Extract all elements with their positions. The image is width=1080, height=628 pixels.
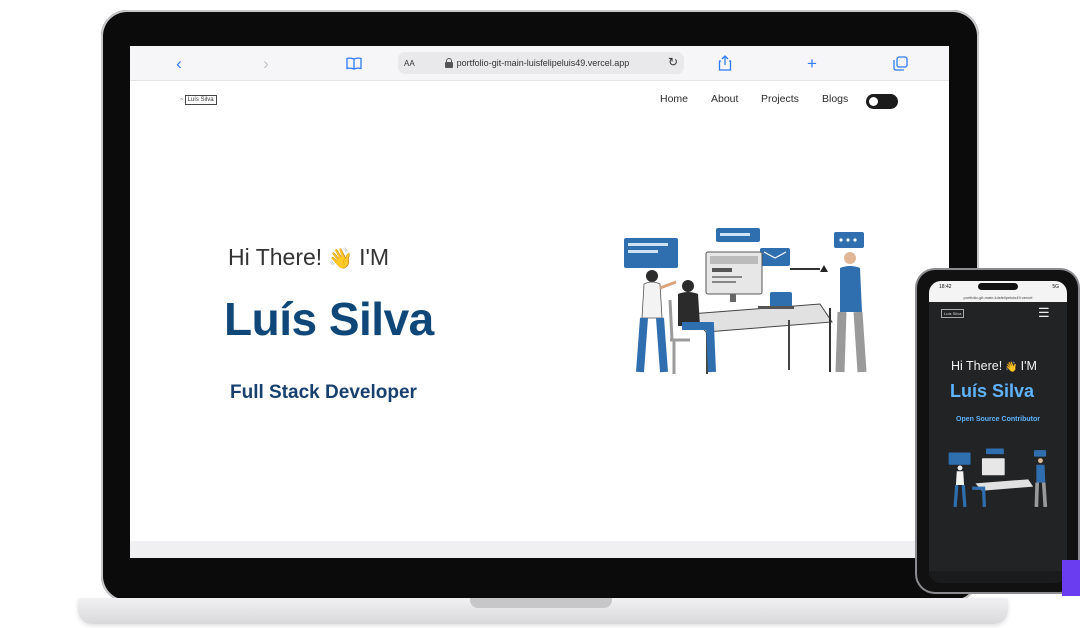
phone-greeting-hi: Hi There! <box>951 359 1003 373</box>
phone-url-bar[interactable]: portfolio-git-main-luisfelipeluis49.verc… <box>929 293 1067 302</box>
purple-accent-block <box>1062 560 1080 596</box>
forward-icon[interactable]: › <box>255 52 277 74</box>
new-tab-icon[interactable]: + <box>801 52 823 74</box>
text-size-icon[interactable]: AA <box>404 59 415 68</box>
hero-name: Luís Silva <box>224 293 434 345</box>
waving-hand-icon: 👋 <box>328 248 354 270</box>
nav-blogs[interactable]: Blogs <box>822 93 848 105</box>
theme-toggle[interactable] <box>866 94 898 109</box>
logo-prefix: ~ <box>180 97 184 103</box>
phone-greeting: Hi There! 👋 I'M <box>951 359 1037 373</box>
nav-projects[interactable]: Projects <box>761 93 799 105</box>
phone-footer-strip <box>929 571 1067 583</box>
share-icon[interactable] <box>714 52 736 74</box>
laptop-screen: ‹ › AA portfolio-git-main-luisfelipeluis… <box>130 46 949 558</box>
address-bar[interactable]: AA portfolio-git-main-luisfelipeluis49.v… <box>398 52 684 74</box>
greeting-hi: Hi There! <box>228 244 323 270</box>
reload-icon[interactable]: ↻ <box>668 55 678 69</box>
developers-illustration <box>624 228 867 374</box>
hero-role: Full Stack Developer <box>230 382 417 403</box>
phone-status-bar: 18:42 5G <box>929 281 1067 293</box>
phone-signal: 5G <box>1052 284 1059 290</box>
waving-hand-icon: 👋 <box>1005 362 1018 373</box>
phone-screen: 18:42 5G portfolio-git-main-luisfelipelu… <box>929 281 1067 583</box>
phone-developers-illustration <box>948 448 1048 508</box>
greeting: Hi There! 👋 I'M <box>228 244 389 271</box>
laptop-hinge-notch <box>470 598 612 608</box>
phone-time: 18:42 <box>939 284 952 290</box>
phone-greeting-im: I'M <box>1020 359 1037 373</box>
greeting-im: I'M <box>359 244 390 270</box>
back-icon[interactable]: ‹ <box>168 52 190 74</box>
dynamic-island <box>978 283 1018 290</box>
bookmarks-icon[interactable] <box>343 52 365 74</box>
site-logo[interactable]: ~ Luís Silva <box>180 95 217 105</box>
lock-icon <box>444 58 453 68</box>
logo-text: Luís Silva <box>184 95 217 105</box>
phone-hero-role: Open Source Contributor <box>956 416 1040 423</box>
url-text: portfolio-git-main-luisfelipeluis49.verc… <box>456 58 630 68</box>
nav-home[interactable]: Home <box>660 93 688 105</box>
tabs-overview-icon[interactable] <box>889 52 911 74</box>
toggle-knob <box>869 97 878 106</box>
phone-site-logo[interactable]: Luís Silva <box>941 309 965 318</box>
nav-about[interactable]: About <box>711 93 738 105</box>
hamburger-menu-icon[interactable]: ☰ <box>1038 306 1050 319</box>
browser-toolbar: ‹ › AA portfolio-git-main-luisfelipeluis… <box>130 46 949 81</box>
page-footer-strip <box>130 541 949 558</box>
phone-hero-name: Luís Silva <box>950 381 1035 401</box>
